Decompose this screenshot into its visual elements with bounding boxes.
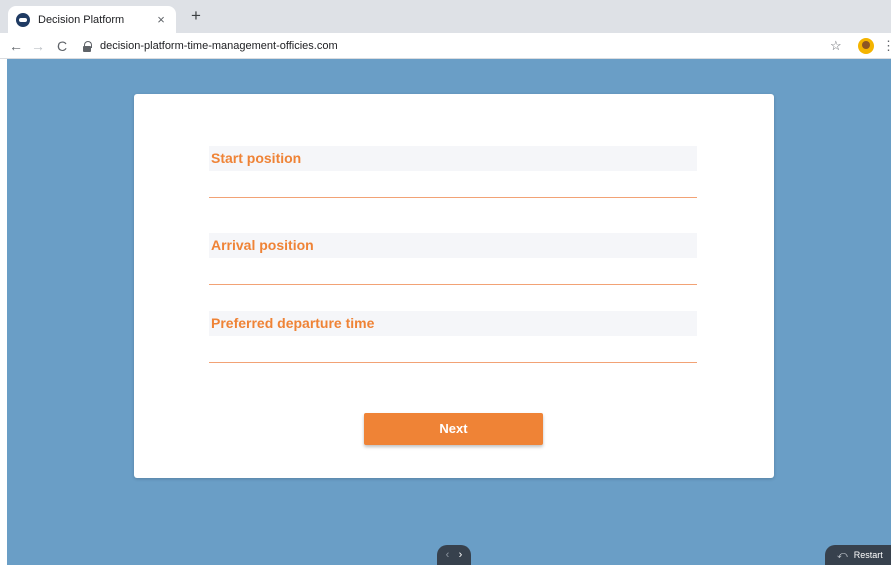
new-tab-button[interactable]: +: [186, 6, 206, 28]
profile-avatar[interactable]: [858, 38, 874, 54]
tab-title: Decision Platform: [38, 13, 125, 26]
arrival-position-field: Arrival position: [209, 233, 697, 285]
browser-menu-icon[interactable]: ⋮: [882, 36, 891, 56]
restart-icon: ⤺: [837, 549, 848, 561]
page: Start position Arrival position Preferre…: [0, 59, 891, 565]
lock-icon: [82, 40, 92, 52]
presentation-stage: Start position Arrival position Preferre…: [7, 59, 891, 565]
tab-close-icon[interactable]: ×: [154, 12, 168, 27]
back-arrow-icon[interactable]: ←: [6, 36, 26, 56]
bookmark-star-icon[interactable]: ☆: [830, 36, 842, 56]
arrival-position-input[interactable]: [209, 258, 697, 285]
slide-pager: ‹ ›: [437, 545, 471, 565]
next-slide-icon[interactable]: ›: [459, 545, 463, 565]
start-position-input[interactable]: [209, 171, 697, 198]
address-bar[interactable]: decision-platform-time-management-offici…: [82, 36, 842, 56]
browser-tab[interactable]: Decision Platform ×: [8, 6, 176, 33]
forward-arrow-icon[interactable]: →: [28, 36, 48, 56]
browser-toolbar: ← → C decision-platform-time-management-…: [0, 33, 891, 59]
restart-label: Restart: [853, 550, 883, 560]
departure-time-input[interactable]: [209, 336, 697, 363]
previous-slide-icon[interactable]: ‹: [446, 545, 450, 565]
next-button[interactable]: Next: [364, 413, 543, 445]
site-favicon-icon: [16, 12, 30, 27]
departure-time-field: Preferred departure time: [209, 311, 697, 363]
start-position-field: Start position: [209, 146, 697, 198]
departure-time-label: Preferred departure time: [209, 311, 697, 336]
url-text: decision-platform-time-management-offici…: [100, 40, 338, 52]
start-position-label: Start position: [209, 146, 697, 171]
arrival-position-label: Arrival position: [209, 233, 697, 258]
form-card: Start position Arrival position Preferre…: [134, 94, 774, 478]
browser-tab-strip: Decision Platform × +: [0, 0, 891, 33]
reload-icon[interactable]: C: [52, 36, 72, 56]
restart-button[interactable]: ⤺ Restart: [825, 545, 891, 565]
